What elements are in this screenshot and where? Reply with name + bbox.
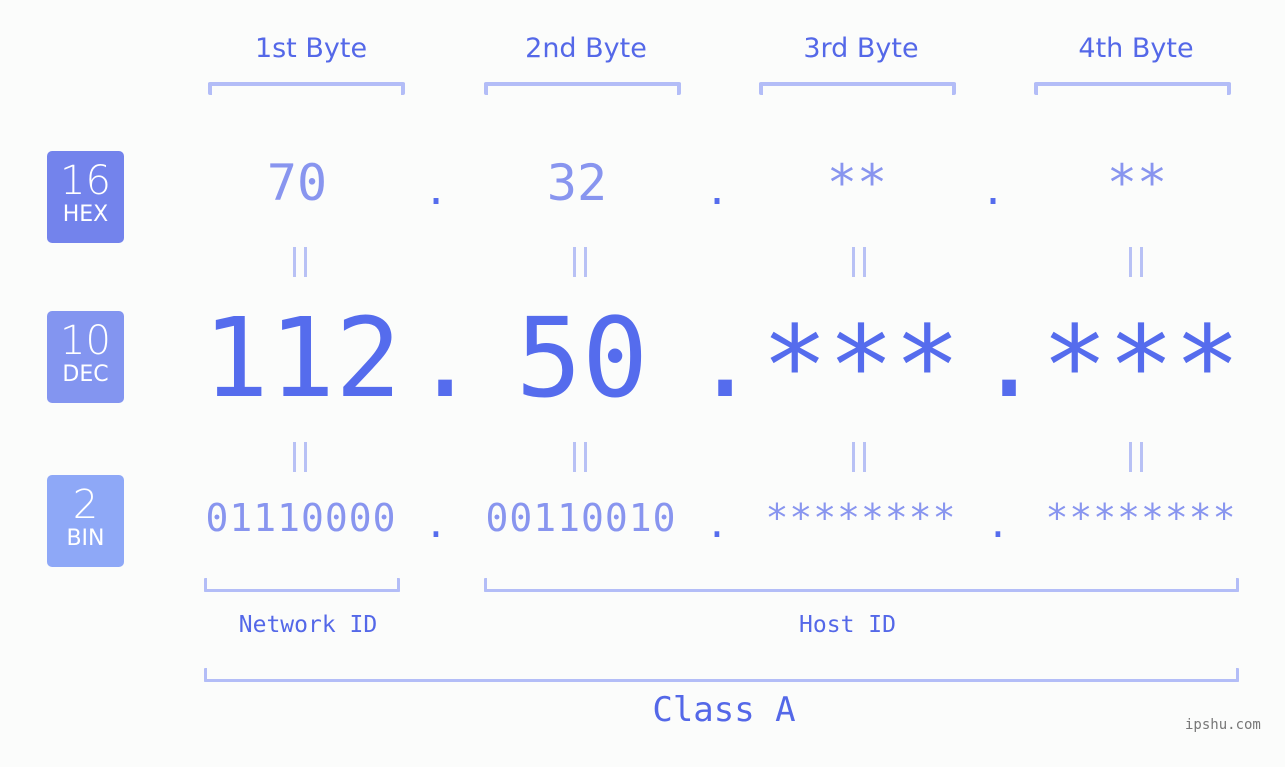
- equals-marker: [573, 442, 587, 472]
- network-id-label: Network ID: [238, 612, 378, 638]
- byte-header-2: 2nd Byte: [525, 33, 647, 64]
- equals-marker: [1129, 247, 1143, 277]
- hex-badge: 16 HEX: [47, 151, 124, 243]
- hex-base-number: 16: [60, 158, 111, 204]
- byte-bracket-1: [208, 82, 405, 95]
- hex-byte-1: 70: [266, 154, 328, 212]
- dec-badge: 10 DEC: [47, 311, 124, 403]
- dec-base-number: 10: [60, 318, 111, 364]
- byte-header-3: 3rd Byte: [803, 33, 919, 64]
- dec-byte-1: 112: [202, 294, 402, 422]
- bin-separator-3: .: [986, 502, 1010, 546]
- byte-header-4: 4th Byte: [1078, 33, 1194, 64]
- dec-separator-2: .: [692, 294, 759, 422]
- byte-bracket-2: [484, 82, 681, 95]
- hex-separator-3: .: [980, 168, 1006, 214]
- bin-byte-2: 00110010: [485, 496, 677, 540]
- hex-byte-2: 32: [546, 154, 608, 212]
- equals-marker: [852, 247, 866, 277]
- equals-marker: [852, 442, 866, 472]
- byte-header-1: 1st Byte: [254, 33, 368, 64]
- hex-byte-3: **: [826, 154, 888, 212]
- hex-base-label: HEX: [62, 202, 109, 227]
- bin-byte-4: ********: [1045, 496, 1237, 540]
- hex-byte-4: **: [1106, 154, 1168, 212]
- equals-marker: [293, 442, 307, 472]
- bin-separator-2: .: [705, 502, 729, 546]
- dec-byte-2: 50: [515, 294, 649, 422]
- bin-byte-3: ********: [765, 496, 957, 540]
- host-id-label: Host ID: [799, 612, 896, 638]
- bin-base-number: 2: [72, 482, 99, 528]
- byte-bracket-4: [1034, 82, 1231, 95]
- bin-badge: 2 BIN: [47, 475, 124, 567]
- dec-byte-3: ***: [761, 302, 961, 430]
- class-label: Class A: [652, 690, 796, 730]
- hex-separator-2: .: [704, 168, 730, 214]
- bin-separator-1: .: [424, 502, 448, 546]
- class-bracket: [204, 668, 1239, 682]
- equals-marker: [573, 247, 587, 277]
- equals-marker: [1129, 442, 1143, 472]
- hex-separator-1: .: [423, 168, 449, 214]
- bin-byte-1: 01110000: [205, 496, 397, 540]
- dec-separator-1: .: [412, 294, 479, 422]
- network-id-bracket: [204, 578, 400, 592]
- watermark: ipshu.com: [1185, 717, 1261, 733]
- equals-marker: [293, 247, 307, 277]
- dec-byte-4: ***: [1041, 302, 1241, 430]
- host-id-bracket: [484, 578, 1239, 592]
- bin-base-label: BIN: [66, 526, 105, 551]
- dec-base-label: DEC: [62, 362, 109, 387]
- dec-separator-3: .: [976, 294, 1043, 422]
- byte-bracket-3: [759, 82, 956, 95]
